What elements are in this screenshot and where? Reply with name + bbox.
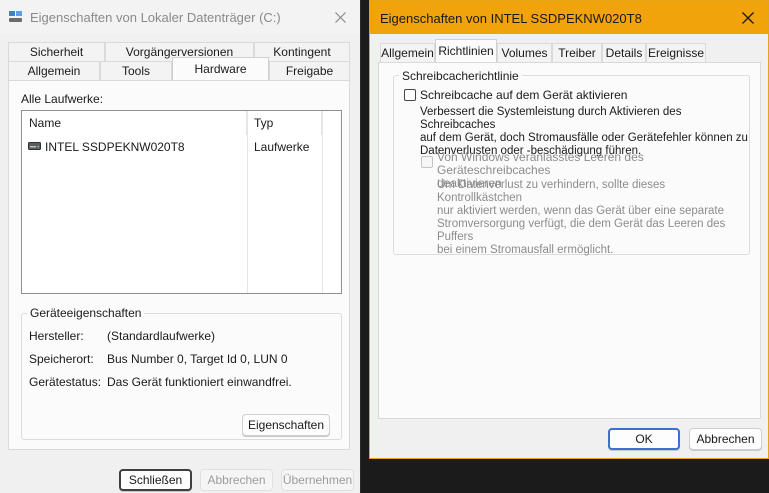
device-properties-dialog: Eigenschaften von INTEL SSDPEKNW020T8 Al… [369, 0, 769, 459]
hardware-tab-panel: Alle Laufwerke: Name Typ INTEL SSDPEKNW0… [8, 80, 350, 450]
location-value: Bus Number 0, Target Id 0, LUN 0 [107, 352, 288, 366]
tab-treiber[interactable]: Treiber [552, 43, 602, 62]
window-title: Eigenschaften von INTEL SSDPEKNW020T8 [380, 11, 642, 26]
close-window-button[interactable] [320, 0, 360, 34]
description-line: Verbessert die Systemleistung durch Akti… [420, 106, 682, 131]
title-bar[interactable]: Eigenschaften von Lokaler Datenträger (C… [0, 0, 360, 34]
label-line: Von Windows veranlasstes Leeren des Gerä… [437, 150, 644, 177]
manufacturer-label: Hersteller: [29, 329, 84, 343]
close-icon [334, 11, 346, 23]
close-window-button[interactable] [728, 1, 768, 34]
tab-freigabe[interactable]: Freigabe [269, 61, 350, 80]
description-line: nur aktiviert werden, wenn das Gerät übe… [437, 205, 725, 217]
disable-flush-checkbox[interactable] [421, 156, 433, 168]
tab-sicherheit[interactable]: Sicherheit [8, 42, 105, 61]
device-properties-title: Geräteeigenschaften [27, 306, 145, 320]
manufacturer-value: (Standardlaufwerke) [107, 329, 216, 343]
tab-row: Allgemein Richtlinien Volumes Treiber De… [380, 39, 706, 62]
description-line: Stromversorgung verfügt, die dem Gerät d… [437, 218, 726, 243]
disk-properties-dialog: Eigenschaften von Lokaler Datenträger (C… [0, 0, 361, 493]
column-header-type[interactable]: Typ [247, 111, 322, 135]
column-header-name[interactable]: Name [22, 111, 247, 135]
device-properties-group: Geräteeigenschaften Hersteller: (Standar… [21, 306, 342, 440]
apply-button[interactable]: Übernehmen [281, 469, 354, 491]
description-line: bei einem Stromausfall ermöglicht. [437, 244, 614, 256]
tab-allgemein[interactable]: Allgemein [8, 61, 100, 80]
disable-flush-description: Um Datenverlust zu verhindern, sollte di… [437, 179, 749, 257]
column-divider [322, 111, 323, 293]
title-bar[interactable]: Eigenschaften von INTEL SSDPEKNW020T8 [370, 1, 768, 34]
description-line: auf dem Gerät, doch Stromausfälle oder G… [420, 132, 748, 144]
cancel-button[interactable]: Abbrechen [200, 469, 273, 491]
drive-type: Laufwerke [254, 140, 310, 154]
cancel-button[interactable]: Abbrechen [689, 428, 762, 450]
tab-ereignisse[interactable]: Ereignisse [646, 43, 706, 62]
close-icon [742, 11, 754, 24]
description-line: Um Datenverlust zu verhindern, sollte di… [437, 179, 666, 204]
properties-button[interactable]: Eigenschaften [242, 414, 330, 436]
drive-icon [28, 142, 41, 150]
write-cache-checkbox[interactable] [404, 89, 416, 101]
tab-details[interactable]: Details [602, 43, 646, 62]
close-button[interactable]: Schließen [119, 469, 192, 491]
ok-button[interactable]: OK [608, 428, 680, 450]
write-cache-policy-group: Schreibcacherichtlinie Schreibcache auf … [393, 69, 750, 257]
drive-name: INTEL SSDPEKNW020T8 [45, 140, 185, 154]
location-label: Speicherort: [29, 352, 94, 366]
tab-allgemein[interactable]: Allgemein [380, 43, 435, 62]
drives-list[interactable]: Name Typ INTEL SSDPEKNW020T8 Laufwerke [21, 110, 342, 294]
tab-tools[interactable]: Tools [100, 61, 172, 80]
device-status-value: Das Gerät funktioniert einwandfrei. [107, 375, 292, 389]
policies-tab-panel: Schreibcacherichtlinie Schreibcache auf … [378, 62, 761, 419]
drive-properties-icon [9, 11, 22, 22]
window-title: Eigenschaften von Lokaler Datenträger (C… [30, 10, 281, 25]
write-cache-label[interactable]: Schreibcache auf dem Gerät aktivieren [420, 88, 627, 102]
list-item[interactable]: INTEL SSDPEKNW020T8 Laufwerke [22, 137, 322, 155]
tab-richtlinien[interactable]: Richtlinien [435, 39, 497, 62]
tab-row-front: Allgemein Tools Hardware Freigabe [8, 57, 350, 80]
tab-hardware[interactable]: Hardware [172, 57, 269, 80]
write-cache-policy-title: Schreibcacherichtlinie [399, 69, 522, 83]
all-drives-label: Alle Laufwerke: [21, 92, 104, 106]
device-status-label: Gerätestatus: [29, 375, 102, 389]
tab-volumes[interactable]: Volumes [497, 43, 552, 62]
